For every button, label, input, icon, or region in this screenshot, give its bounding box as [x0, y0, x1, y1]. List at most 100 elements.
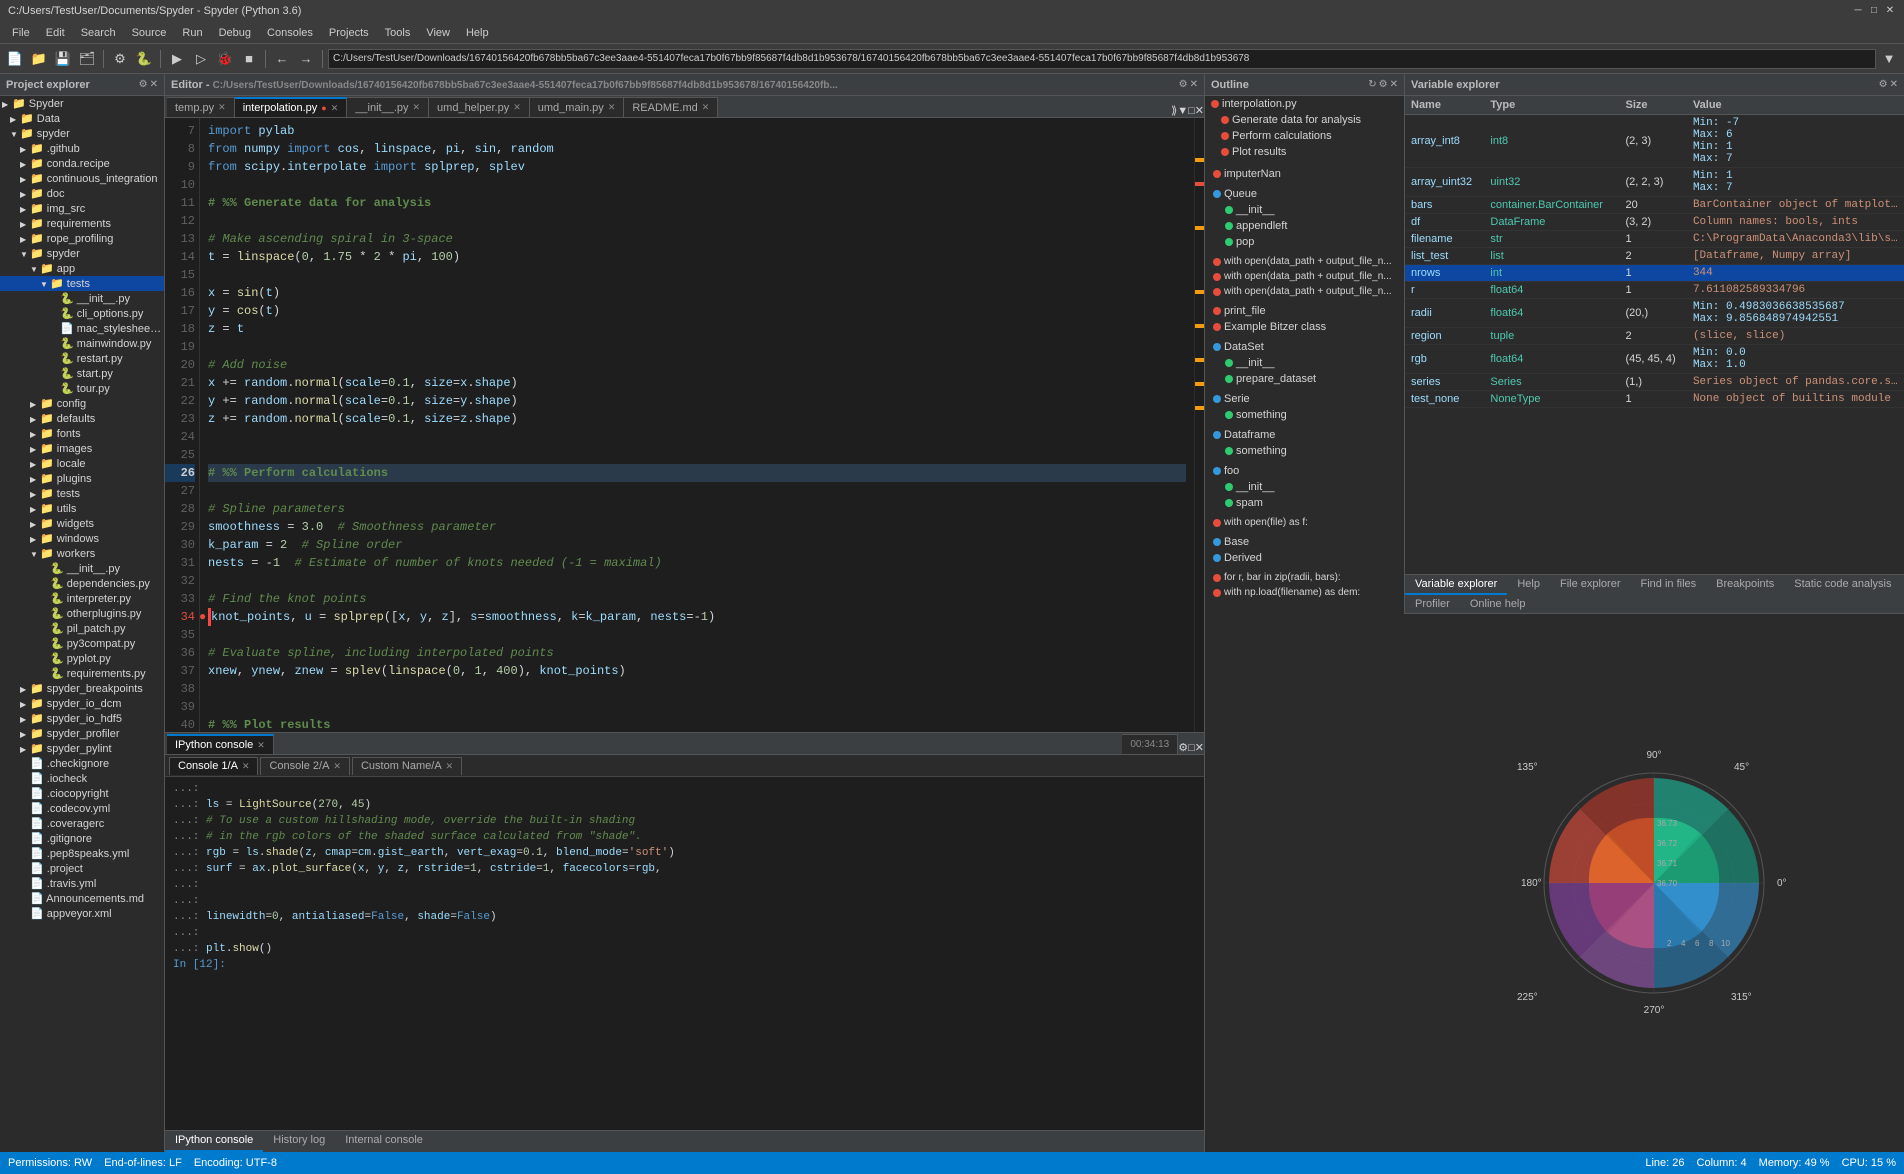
tab-close-init[interactable]: ✕: [413, 102, 421, 113]
var-tab-online-help[interactable]: Online help: [1460, 595, 1536, 613]
menu-search[interactable]: Search: [73, 25, 124, 41]
run-cell-button[interactable]: ▷: [190, 48, 212, 70]
tree-item-tests[interactable]: ▼📁 tests: [0, 276, 164, 291]
tree-item-doc[interactable]: ▶📁 doc: [0, 186, 164, 201]
bottom-tab-history[interactable]: History log: [263, 1131, 335, 1152]
sub-tab-console1-close[interactable]: ✕: [242, 761, 250, 772]
outline-df-something[interactable]: something: [1205, 443, 1404, 459]
var-tab-file-explorer[interactable]: File explorer: [1550, 575, 1631, 595]
outline-example[interactable]: Example Bitzer class: [1205, 319, 1404, 335]
tree-item-py3compat[interactable]: 🐍 py3compat.py: [0, 636, 164, 651]
var-row-array-uint32[interactable]: array_uint32 uint32 (2, 2, 3) Min: 1Max:…: [1405, 168, 1904, 197]
tree-item-plugins[interactable]: ▶📁 plugins: [0, 471, 164, 486]
outline-dataset[interactable]: DataSet: [1205, 339, 1404, 355]
sub-tab-console1[interactable]: Console 1/A ✕: [169, 757, 258, 775]
tree-item-checkignore[interactable]: 📄 .checkignore: [0, 756, 164, 771]
var-tab-find[interactable]: Find in files: [1631, 575, 1707, 595]
menu-file[interactable]: File: [4, 25, 38, 41]
outline-close-button[interactable]: ✕: [1390, 79, 1398, 90]
menu-debug[interactable]: Debug: [211, 25, 259, 41]
tree-item-announcements[interactable]: 📄 Announcements.md: [0, 891, 164, 906]
menu-projects[interactable]: Projects: [321, 25, 377, 41]
outline-appendleft[interactable]: appendleft: [1205, 218, 1404, 234]
tree-item-codecov[interactable]: 📄 .codecov.yml: [0, 801, 164, 816]
var-explorer-controls[interactable]: ⚙ ✕: [1879, 79, 1898, 90]
tree-item-breakpoints[interactable]: ▶📁 spyder_breakpoints: [0, 681, 164, 696]
var-tab-static[interactable]: Static code analysis: [1784, 575, 1901, 595]
tree-item-pep8[interactable]: 📄 .pep8speaks.yml: [0, 846, 164, 861]
tree-item-fonts[interactable]: ▶📁 fonts: [0, 426, 164, 441]
code-content[interactable]: import pylab from numpy import cos, lins…: [200, 118, 1194, 732]
tree-item-project[interactable]: 📄 .project: [0, 861, 164, 876]
var-explorer-close-button[interactable]: ✕: [1890, 79, 1898, 90]
tree-item-images[interactable]: ▶📁 images: [0, 441, 164, 456]
path-browse-button[interactable]: ▼: [1878, 48, 1900, 70]
tree-item-mainwindow[interactable]: 🐍 mainwindow.py: [0, 336, 164, 351]
project-explorer-close-button[interactable]: ✕: [150, 79, 158, 90]
tree-item-github[interactable]: ▶📁 .github: [0, 141, 164, 156]
tab-umd-main[interactable]: umd_main.py ✕: [530, 97, 625, 117]
maximize-button[interactable]: □: [1868, 5, 1880, 17]
tree-item-io-dcm[interactable]: ▶📁 spyder_io_dcm: [0, 696, 164, 711]
tree-item-conda[interactable]: ▶📁 conda.recipe: [0, 156, 164, 171]
var-row-radii[interactable]: radii float64 (20,) Min: 0.4983036638535…: [1405, 299, 1904, 328]
menu-run[interactable]: Run: [174, 25, 210, 41]
var-row-bars[interactable]: bars container.BarContainer 20 BarContai…: [1405, 197, 1904, 214]
save-all-button[interactable]: 🗂: [76, 48, 98, 70]
tree-item-appveyor[interactable]: 📄 appveyor.xml: [0, 906, 164, 921]
tab-close-readme[interactable]: ✕: [702, 102, 710, 113]
tree-item-io-hdf5[interactable]: ▶📁 spyder_io_hdf5: [0, 711, 164, 726]
open-file-button[interactable]: 📁: [28, 48, 50, 70]
tree-item-restart[interactable]: 🐍 restart.py: [0, 351, 164, 366]
tree-item-profiler[interactable]: ▶📁 spyder_profiler: [0, 726, 164, 741]
outline-with-1[interactable]: with open(data_path + output_file_n...: [1205, 254, 1404, 269]
outline-forr[interactable]: for r, bar in zip(radii, bars):: [1205, 570, 1404, 585]
save-file-button[interactable]: 💾: [52, 48, 74, 70]
tab-close-interpolation[interactable]: ✕: [331, 103, 339, 114]
tree-item-defaults[interactable]: ▶📁 defaults: [0, 411, 164, 426]
minimize-button[interactable]: ─: [1852, 5, 1864, 17]
tree-item-app[interactable]: ▼📁 app: [0, 261, 164, 276]
outline-openfile[interactable]: with open(file) as f:: [1205, 515, 1404, 530]
var-explorer-options-button[interactable]: ⚙: [1879, 79, 1888, 90]
outline-options-button[interactable]: ⚙: [1379, 79, 1388, 90]
stop-button[interactable]: ■: [238, 48, 260, 70]
outline-printfile[interactable]: print_file: [1205, 303, 1404, 319]
var-row-filename[interactable]: filename str 1 C:\ProgramData\Anaconda3\…: [1405, 231, 1904, 248]
var-row-nrows[interactable]: nrows int 1 344: [1405, 265, 1904, 282]
tree-item-req[interactable]: 🐍 requirements.py: [0, 666, 164, 681]
tree-item-utils[interactable]: ▶📁 utils: [0, 501, 164, 516]
var-row-testnone[interactable]: test_none NoneType 1 None object of buil…: [1405, 391, 1904, 408]
console-options[interactable]: ⚙: [1178, 741, 1188, 754]
outline-spam[interactable]: spam: [1205, 495, 1404, 511]
forward-button[interactable]: →: [295, 48, 317, 70]
path-bar[interactable]: C:/Users/TestUser/Downloads/16740156420f…: [328, 49, 1876, 69]
tree-item-workers[interactable]: ▼📁 workers: [0, 546, 164, 561]
tree-item-cli[interactable]: 🐍 cli_options.py: [0, 306, 164, 321]
sub-tab-console2[interactable]: Console 2/A ✕: [260, 757, 349, 775]
tree-item-tour[interactable]: 🐍 tour.py: [0, 381, 164, 396]
tree-item-imgsrc[interactable]: ▶📁 img_src: [0, 201, 164, 216]
menu-consoles[interactable]: Consoles: [259, 25, 321, 41]
var-row-r[interactable]: r float64 1 7.611082589334796: [1405, 282, 1904, 299]
sub-tab-custom[interactable]: Custom Name/A ✕: [352, 757, 462, 775]
outline-foo[interactable]: foo: [1205, 463, 1404, 479]
tree-item-pyplot[interactable]: 🐍 pyplot.py: [0, 651, 164, 666]
outline-npload[interactable]: with np.load(filename) as dem:: [1205, 585, 1404, 600]
var-tab-variable-explorer[interactable]: Variable explorer: [1405, 575, 1507, 595]
outline-serie-something[interactable]: something: [1205, 407, 1404, 423]
preferences-button[interactable]: ⚙: [109, 48, 131, 70]
new-file-button[interactable]: 📄: [4, 48, 26, 70]
bottom-tab-internal[interactable]: Internal console: [335, 1131, 433, 1152]
tree-item-spyder-main[interactable]: ▼📁 spyder: [0, 126, 164, 141]
console-float[interactable]: □: [1188, 742, 1195, 754]
editor-close-panel-button[interactable]: ✕: [1195, 104, 1204, 117]
tree-item-gitignore[interactable]: 📄 .gitignore: [0, 831, 164, 846]
outline-serie[interactable]: Serie: [1205, 391, 1404, 407]
outline-queue[interactable]: Queue: [1205, 186, 1404, 202]
outline-derived[interactable]: Derived: [1205, 550, 1404, 566]
tab-temp-py[interactable]: temp.py ✕: [167, 97, 235, 117]
sub-tab-custom-close[interactable]: ✕: [446, 761, 454, 772]
tab-close-umd-main[interactable]: ✕: [608, 102, 616, 113]
tab-interpolation-py[interactable]: interpolation.py ● ✕: [235, 97, 348, 117]
